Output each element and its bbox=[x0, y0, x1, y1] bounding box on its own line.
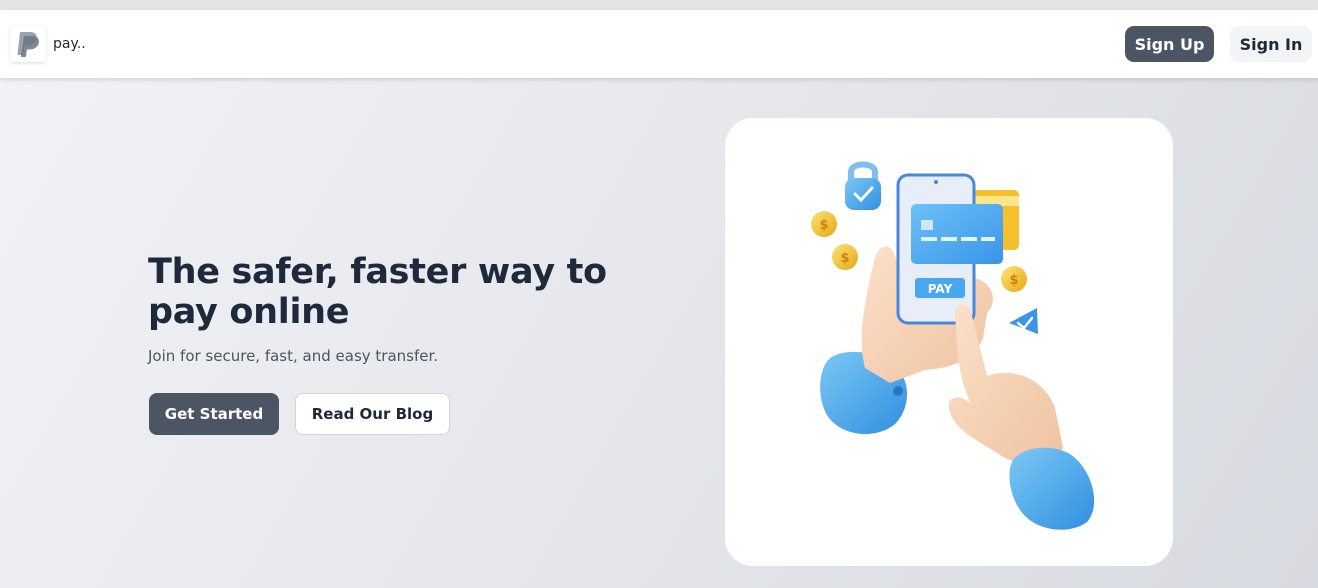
read-blog-button[interactable]: Read Our Blog bbox=[295, 393, 450, 435]
coin-icon: $ bbox=[811, 211, 837, 237]
checkmark-icon bbox=[1009, 308, 1038, 334]
browser-top-strip bbox=[0, 0, 1318, 10]
credit-card-icon bbox=[911, 204, 1003, 264]
pay-button-graphic: PAY bbox=[915, 278, 965, 298]
hero-subtitle: Join for secure, fast, and easy transfer… bbox=[148, 347, 439, 365]
svg-text:$: $ bbox=[819, 218, 828, 233]
lock-icon bbox=[845, 161, 881, 210]
hand-icon bbox=[948, 304, 1063, 464]
sign-up-button[interactable]: Sign Up bbox=[1125, 26, 1214, 62]
svg-text:$: $ bbox=[1009, 273, 1018, 288]
svg-text:$: $ bbox=[840, 251, 849, 266]
svg-text:PAY: PAY bbox=[928, 282, 953, 296]
sign-in-button[interactable]: Sign In bbox=[1230, 26, 1312, 62]
brand-name: pay.. bbox=[53, 36, 86, 52]
right-sleeve bbox=[1009, 447, 1095, 530]
hero-illustration-card: $ $ $ PAY bbox=[725, 118, 1173, 566]
coin-icon: $ bbox=[832, 244, 858, 270]
hero-headline: The safer, faster way to pay online bbox=[148, 252, 607, 332]
coin-icon: $ bbox=[1001, 266, 1027, 292]
navbar: pay.. Sign Up Sign In bbox=[0, 10, 1318, 78]
get-started-button[interactable]: Get Started bbox=[149, 393, 279, 435]
paypal-logo-icon[interactable] bbox=[10, 26, 46, 62]
payment-illustration: $ $ $ PAY bbox=[811, 161, 1095, 530]
